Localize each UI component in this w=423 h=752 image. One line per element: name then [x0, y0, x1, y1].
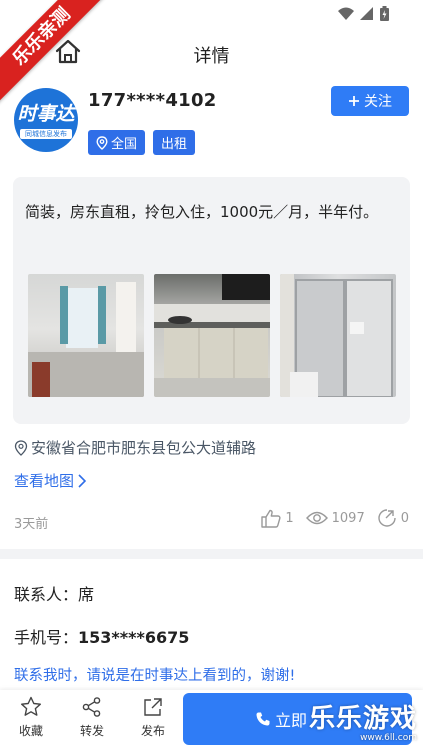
follow-button[interactable]: 关注	[331, 86, 409, 116]
photo-bathroom[interactable]	[280, 274, 396, 397]
publish-button[interactable]: 发布	[128, 696, 178, 739]
tag-label: 全国	[111, 137, 138, 152]
share-count: 0	[400, 510, 409, 526]
photo-kitchen[interactable]	[154, 274, 270, 397]
external-link-icon	[144, 698, 162, 716]
post-description: 简装，房东直租，拎包入住，1000元／月，半年付。	[25, 203, 379, 221]
location-pin-icon	[14, 439, 28, 456]
contact-name: 席	[78, 585, 95, 604]
share-nodes-icon	[82, 697, 101, 717]
brand-watermark: 乐乐游戏 www.6ll.com	[309, 698, 417, 743]
view-stat: 1097	[305, 510, 365, 526]
post-time: 3天前	[14, 517, 49, 532]
phone-icon	[256, 712, 270, 726]
post-location: 安徽省合肥市肥东县包公大道辅路	[14, 437, 256, 458]
chevron-right-icon	[78, 473, 87, 488]
like-count: 1	[285, 510, 294, 526]
view-map-link[interactable]: 查看地图	[14, 470, 87, 491]
eye-icon	[305, 511, 328, 525]
view-map-label: 查看地图	[14, 472, 75, 490]
wifi-icon	[338, 7, 354, 20]
tag-label: 出租	[161, 137, 188, 152]
contact-phone: 153****6675	[78, 628, 190, 647]
location-pin-icon	[96, 135, 108, 150]
plus-icon	[349, 96, 359, 106]
follow-label: 关注	[364, 94, 392, 110]
avatar-subtitle: 同城信息发布	[20, 129, 72, 139]
share-arrow-icon	[378, 509, 396, 527]
forward-label: 转发	[79, 724, 104, 738]
location-text: 安徽省合肥市肥东县包公大道辅路	[31, 439, 257, 457]
thumbs-up-icon	[261, 509, 281, 528]
contact-phone-label: 手机号：	[14, 628, 79, 647]
share-stat[interactable]: 0	[377, 508, 409, 528]
ribbon-text: 乐乐亲测	[0, 0, 110, 105]
section-divider	[0, 549, 423, 559]
view-count: 1097	[331, 510, 365, 526]
signal-icon	[360, 6, 373, 20]
contact-name-label: 联系人：	[14, 585, 79, 604]
contact-name-row: 联系人：席	[14, 581, 94, 605]
contact-phone-row: 手机号：153****6675	[14, 624, 189, 648]
star-icon	[21, 696, 41, 716]
tag-list: 全国 出租	[88, 130, 196, 155]
favorite-label: 收藏	[18, 724, 43, 738]
corner-ribbon-watermark: 乐乐亲测	[0, 0, 110, 110]
tag-region: 全国	[88, 130, 146, 155]
bottom-action-bar: 收藏 转发 发布 立即 乐乐游戏 www.6ll.com	[0, 690, 423, 752]
watermark-brand: 乐乐游戏	[308, 704, 417, 734]
post-stats: 1 1097 0	[261, 508, 409, 528]
favorite-button[interactable]: 收藏	[6, 696, 56, 739]
contact-notice: 联系我时，请说是在时事达上看到的，谢谢!	[14, 668, 296, 684]
call-label: 立即	[275, 711, 308, 730]
like-stat[interactable]: 1	[261, 509, 294, 528]
battery-icon	[380, 6, 389, 21]
publish-label: 发布	[140, 724, 165, 738]
forward-button[interactable]: 转发	[67, 696, 117, 739]
photo-gallery	[28, 274, 396, 397]
tag-category: 出租	[153, 130, 196, 155]
photo-living-room[interactable]	[28, 274, 144, 397]
post-card: 简装，房东直租，拎包入住，1000元／月，半年付。	[13, 177, 410, 424]
